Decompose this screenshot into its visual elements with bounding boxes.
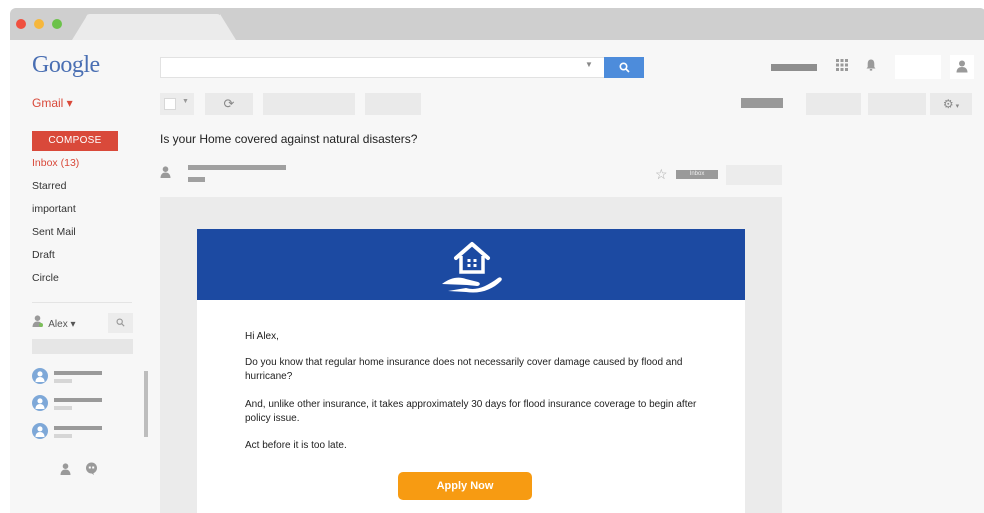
divider bbox=[32, 302, 132, 303]
sidebar-item-important[interactable]: important bbox=[32, 202, 79, 225]
hangouts-chat-icon[interactable] bbox=[85, 462, 98, 478]
chevron-down-icon: ▾ bbox=[953, 103, 960, 110]
contacts-person-icon[interactable] bbox=[60, 463, 85, 478]
chat-status-menu[interactable]: Alex ▾ bbox=[32, 314, 90, 332]
browser-tab-edge bbox=[220, 14, 236, 40]
checkbox[interactable] bbox=[164, 98, 176, 110]
person-icon bbox=[32, 368, 48, 384]
search-button[interactable] bbox=[604, 57, 644, 78]
refresh-button[interactable]: ⟳ bbox=[205, 93, 253, 115]
chat-contact[interactable] bbox=[32, 423, 108, 443]
settings-button[interactable]: ⚙ ▾ bbox=[930, 93, 972, 115]
apps-grid-icon[interactable] bbox=[836, 59, 848, 71]
older-button[interactable] bbox=[868, 93, 926, 115]
close-window-button[interactable] bbox=[16, 19, 26, 29]
account-name-placeholder[interactable] bbox=[771, 64, 817, 71]
sidebar-item-inbox[interactable]: Inbox (13) bbox=[32, 156, 79, 179]
toolbar-more-button[interactable] bbox=[365, 93, 421, 115]
sidebar-item-circle[interactable]: Circle bbox=[32, 271, 79, 294]
share-box[interactable] bbox=[895, 55, 941, 79]
person-icon bbox=[32, 395, 48, 411]
toolbar-action-button[interactable] bbox=[263, 93, 355, 115]
chat-search-button[interactable] bbox=[108, 313, 133, 333]
chat-footer bbox=[60, 462, 98, 478]
search-icon bbox=[116, 318, 125, 327]
account-avatar-icon[interactable] bbox=[950, 55, 974, 79]
sender-avatar-icon bbox=[160, 166, 171, 181]
contact-name-placeholder bbox=[54, 426, 102, 430]
contact-status-placeholder bbox=[54, 379, 72, 383]
sidebar-item-sent-mail[interactable]: Sent Mail bbox=[32, 225, 79, 248]
gmail-menu[interactable]: Gmail ▾ bbox=[32, 96, 73, 110]
chat-user-name: Alex ▾ bbox=[48, 319, 76, 330]
reply-button[interactable] bbox=[726, 165, 782, 185]
contacts-scrollbar[interactable] bbox=[144, 371, 148, 437]
email-paragraph: And, unlike other insurance, it takes ap… bbox=[245, 399, 697, 424]
browser-titlebar bbox=[10, 8, 984, 40]
maximize-window-button[interactable] bbox=[52, 19, 62, 29]
sidebar-item-starred[interactable]: Starred bbox=[32, 179, 79, 202]
sender-email-placeholder bbox=[188, 177, 205, 182]
gear-icon: ⚙ bbox=[942, 97, 954, 111]
notifications-bell-icon[interactable] bbox=[866, 59, 876, 74]
pagination-indicator bbox=[741, 98, 783, 108]
house-in-hand-icon bbox=[442, 242, 502, 293]
person-icon bbox=[32, 423, 48, 439]
chevron-down-icon[interactable]: ▼ bbox=[182, 98, 189, 105]
email-greeting: Hi Alex, bbox=[245, 331, 279, 342]
person-icon bbox=[32, 314, 46, 332]
email-paragraph: Do you know that regular home insurance … bbox=[245, 357, 683, 382]
chat-search-input[interactable] bbox=[32, 339, 133, 354]
chat-contact[interactable] bbox=[32, 395, 108, 415]
apply-now-button[interactable]: Apply Now bbox=[398, 472, 532, 500]
contact-name-placeholder bbox=[54, 398, 102, 402]
sender-name-placeholder bbox=[188, 165, 286, 170]
search-options-chevron-icon[interactable]: ▼ bbox=[585, 60, 593, 69]
search-input[interactable] bbox=[160, 57, 605, 78]
email-subject: Is your Home covered against natural dis… bbox=[160, 132, 418, 146]
contact-status-placeholder bbox=[54, 406, 72, 410]
compose-button[interactable]: COMPOSE bbox=[32, 131, 118, 151]
newer-button[interactable] bbox=[806, 93, 861, 115]
star-icon[interactable]: ☆ bbox=[655, 166, 668, 183]
sidebar-nav: Inbox (13) Starred important Sent Mail D… bbox=[32, 156, 79, 294]
minimize-window-button[interactable] bbox=[34, 19, 44, 29]
search-icon bbox=[618, 62, 630, 73]
google-logo[interactable]: Google bbox=[32, 52, 100, 79]
contact-status-placeholder bbox=[54, 434, 72, 438]
inbox-label-badge[interactable]: Inbox bbox=[676, 170, 718, 179]
refresh-icon: ⟳ bbox=[223, 96, 235, 111]
select-all-checkbox[interactable]: ▼ bbox=[160, 93, 194, 115]
sidebar-item-draft[interactable]: Draft bbox=[32, 248, 79, 271]
chat-contact[interactable] bbox=[32, 368, 108, 388]
email-banner bbox=[197, 229, 745, 300]
email-paragraph: Act before it is too late. bbox=[245, 440, 347, 451]
contact-name-placeholder bbox=[54, 371, 102, 375]
browser-tab[interactable] bbox=[86, 14, 221, 40]
